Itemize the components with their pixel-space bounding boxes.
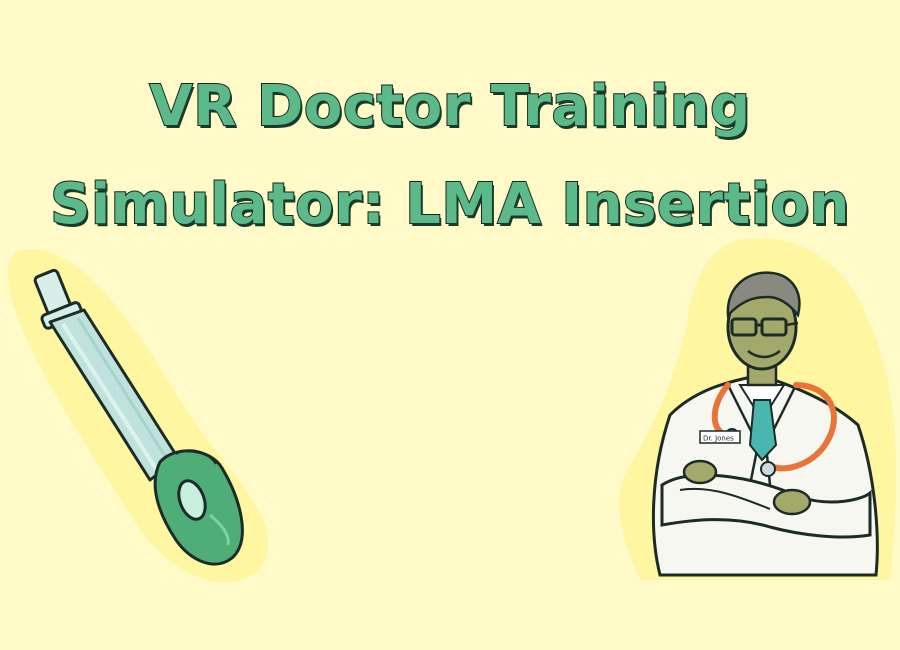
name-badge-text: Dr. Jones [703, 435, 734, 443]
title-line-1: VR Doctor Training [148, 73, 751, 140]
lma-illustration [8, 248, 269, 583]
doctor-hand-left [682, 459, 718, 485]
doctor-illustration: Dr. Jones [619, 238, 896, 581]
title-line-2: Simulator: LMA Insertion [49, 171, 850, 238]
doctor-hand-right [772, 488, 812, 516]
game-canvas: VR Doctor Training Simulator: LMA Insert… [0, 0, 900, 650]
